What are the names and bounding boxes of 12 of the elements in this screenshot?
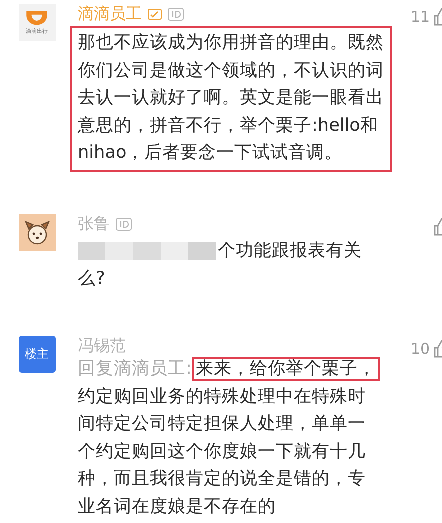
comment-text: 回复滴滴员工: 来来，给你举个栗子， 约定购回业务的特殊处理中在特殊时间特定公司特定担保人处理，单单一个约定购回这个你度娘一下就有十几种，而且我很肯定的说全是错的，专业名词在度娘是不存在的	[78, 356, 380, 522]
dog-avatar-icon[interactable]	[18, 214, 56, 251]
author-badge: 楼主	[18, 336, 56, 373]
comment-text: 个功能跟报表有关么?	[78, 241, 362, 289]
like-count: 11	[410, 8, 430, 26]
like-count: 10	[410, 340, 430, 358]
user-name[interactable]: 滴滴员工	[78, 4, 142, 24]
comment-text: 那也不应该成为你用拼音的理由。既然你们公司是做这个领域的，不认识的词去认一认就好了啊。英文是能一眼看出意思的，拼音不行，举个栗子:hello和nihao，后者要念一下试试音调。	[70, 26, 392, 172]
id-badge-icon	[168, 8, 184, 20]
user-name[interactable]: 张鲁	[78, 214, 110, 234]
id-badge-icon	[116, 218, 132, 230]
user-name[interactable]: 冯锡范	[78, 336, 126, 356]
